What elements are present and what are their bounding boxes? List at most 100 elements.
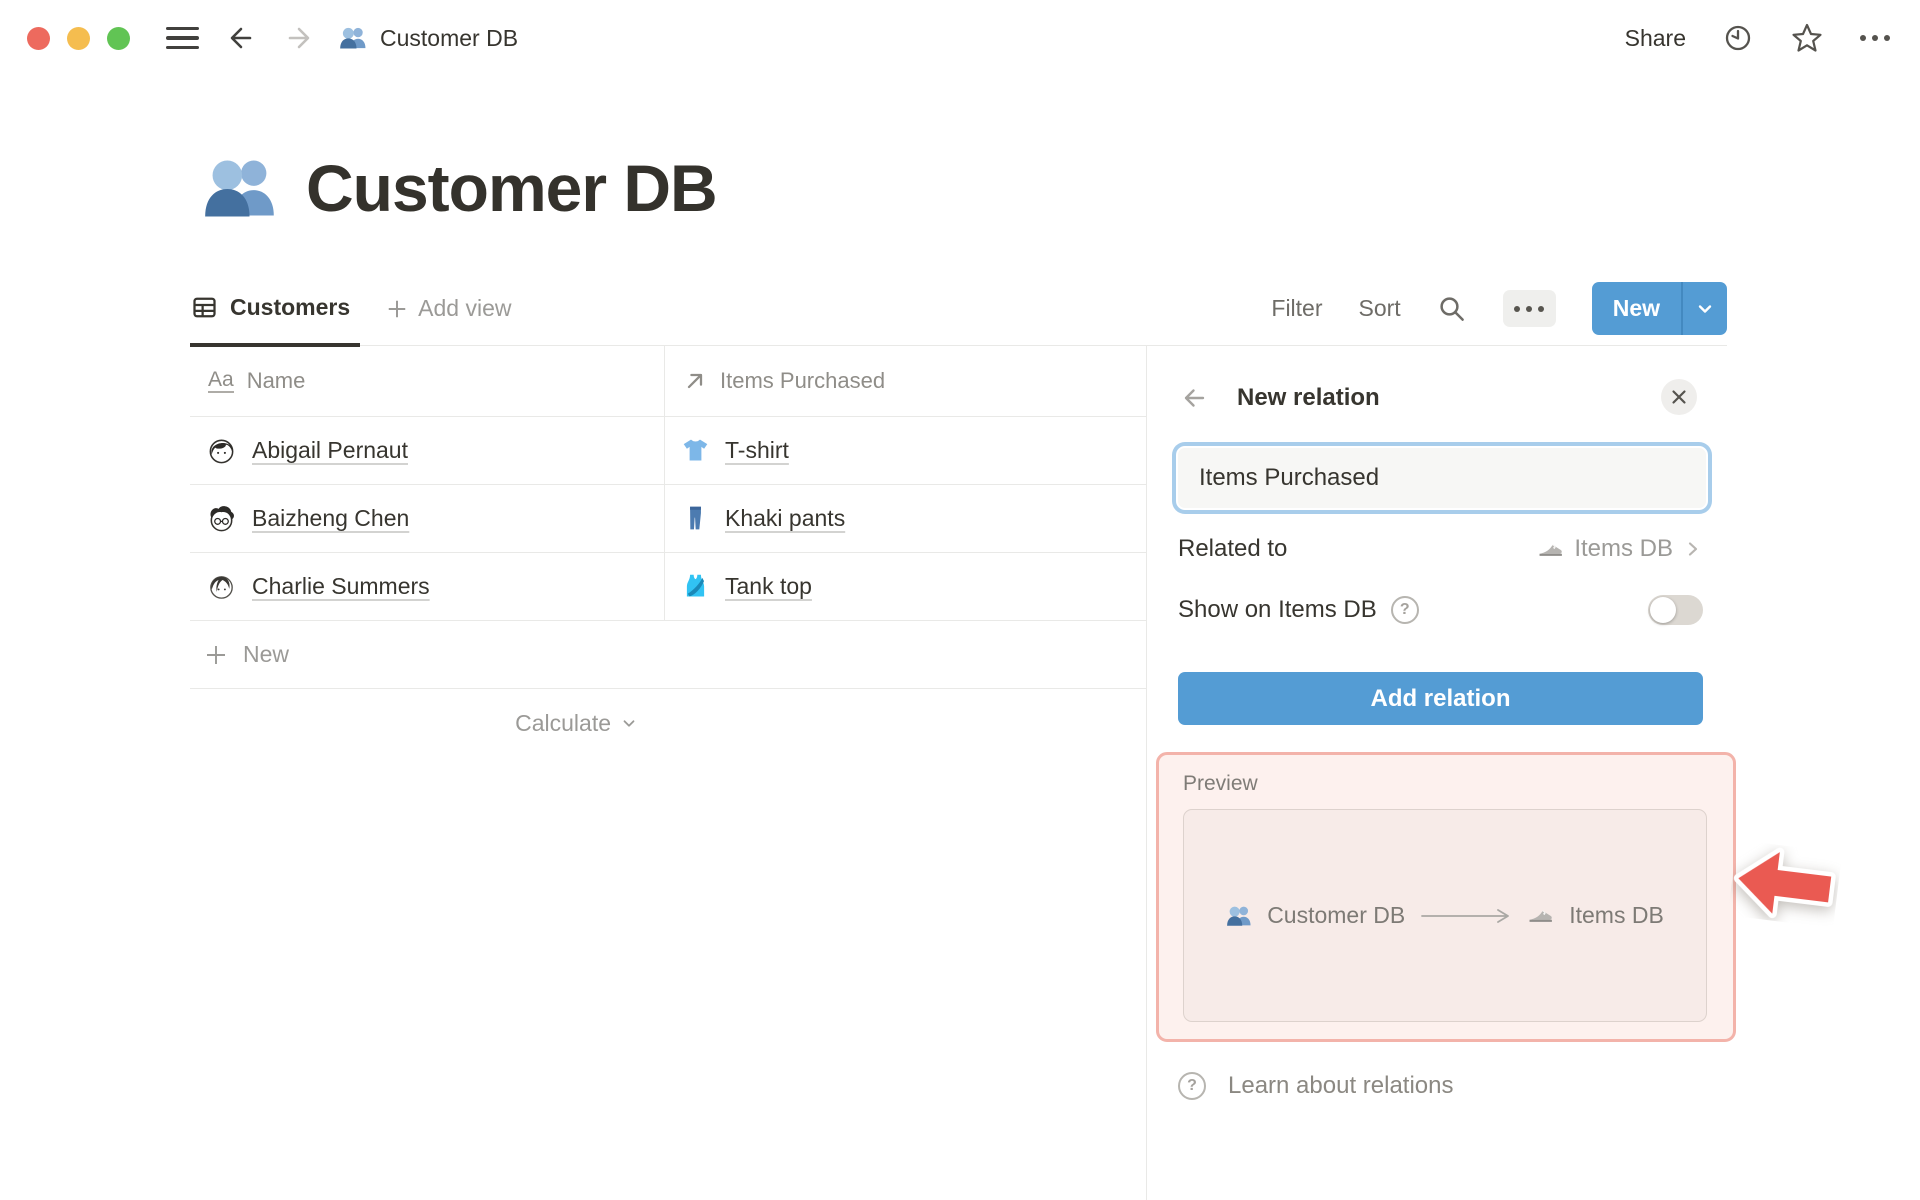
tab-customers[interactable]: Customers	[190, 272, 361, 347]
column-label: Items Purchased	[720, 368, 886, 393]
page-title[interactable]: Customer DB	[306, 150, 718, 226]
show-on-label: Show on Items DB	[1178, 596, 1377, 623]
notion-window: Customer DB Share Customer DB Customers …	[0, 0, 1920, 1200]
panel-header: New relation	[1178, 376, 1703, 420]
close-icon	[1672, 390, 1686, 404]
new-row-button[interactable]: New	[190, 621, 1146, 689]
page-link[interactable]: Abigail Pernaut	[252, 437, 408, 464]
show-on-row: Show on Items DB ?	[1178, 588, 1703, 632]
panel-title: New relation	[1237, 384, 1380, 411]
preview-source-label: Customer DB	[1267, 902, 1406, 928]
new-button-label[interactable]: New	[1592, 282, 1681, 335]
title-property-icon: Aa	[208, 368, 234, 394]
page-header: Customer DB	[202, 150, 718, 226]
add-view-button[interactable]: Add view	[386, 272, 511, 345]
relation-name-input[interactable]	[1176, 446, 1708, 510]
calculate-label: Calculate	[515, 709, 611, 736]
topbar-actions: Share	[1625, 21, 1890, 55]
name-cell[interactable]: Baizheng Chen	[190, 485, 664, 552]
learn-about-relations-link[interactable]: ? Learn about relations	[1178, 1072, 1703, 1100]
breadcrumb[interactable]: Customer DB	[339, 24, 518, 52]
back-button[interactable]	[225, 22, 257, 54]
name-cell[interactable]: Charlie Summers	[190, 553, 664, 620]
avatar-glasses-curly-icon	[210, 506, 234, 532]
back-arrow-icon[interactable]	[1178, 382, 1210, 414]
avatar-curly-doodle-icon	[210, 576, 233, 599]
page-link[interactable]: Charlie Summers	[252, 573, 430, 600]
related-to-label: Related to	[1178, 535, 1288, 562]
favorite-star-icon[interactable]	[1790, 21, 1824, 55]
filter-button[interactable]: Filter	[1271, 295, 1322, 322]
forward-button[interactable]	[283, 22, 315, 54]
help-icon: ?	[1178, 1072, 1206, 1100]
preview-label: Preview	[1183, 772, 1258, 795]
page-link[interactable]: Tank top	[725, 573, 812, 600]
view-toolbar: Customers Add view Filter Sort New	[190, 272, 1727, 347]
page-link[interactable]: Baizheng Chen	[252, 505, 409, 532]
table-row: Charlie Summers Tank top	[190, 553, 1146, 621]
avatar-woman-bob-icon	[209, 439, 234, 464]
window-topbar: Customer DB Share	[0, 0, 1920, 76]
share-button[interactable]: Share	[1625, 25, 1686, 52]
new-dropdown-button[interactable]	[1683, 282, 1727, 335]
updates-clock-icon[interactable]	[1722, 22, 1754, 54]
relation-cell[interactable]: Tank top	[664, 553, 1146, 620]
new-row-label: New	[243, 641, 290, 667]
preview-target-label: Items DB	[1569, 902, 1664, 928]
search-icon[interactable]	[1437, 294, 1467, 324]
close-window-button[interactable]	[27, 26, 50, 50]
plus-icon	[207, 645, 225, 664]
related-database-name: Items DB	[1574, 535, 1673, 562]
tanktop-emoji-icon	[686, 574, 705, 597]
relation-arrow-icon	[687, 373, 703, 389]
minimize-window-button[interactable]	[67, 26, 90, 50]
close-panel-button[interactable]	[1661, 379, 1697, 415]
column-header-items-purchased[interactable]: Items Purchased	[664, 346, 1146, 416]
toggle-knob	[1650, 597, 1676, 623]
plus-icon	[388, 300, 406, 317]
add-view-label: Add view	[418, 295, 512, 321]
show-on-toggle[interactable]	[1648, 595, 1703, 625]
zoom-window-button[interactable]	[107, 26, 130, 50]
table-row: Baizheng Chen Khaki pants	[190, 485, 1146, 553]
ellipsis-icon	[1514, 305, 1545, 312]
learn-label: Learn about relations	[1228, 1072, 1454, 1099]
arrow-left-icon	[230, 27, 252, 49]
sidebar-menu-icon[interactable]	[166, 26, 199, 50]
people-emoji-icon	[205, 160, 274, 217]
name-cell[interactable]: Abigail Pernaut	[190, 417, 664, 484]
sort-button[interactable]: Sort	[1359, 295, 1401, 322]
new-record-button[interactable]: New	[1591, 282, 1727, 335]
annotation-arrow-icon	[1728, 840, 1842, 928]
people-emoji-icon	[340, 27, 366, 49]
toolbar-controls: Filter Sort New	[1271, 272, 1727, 345]
more-options-icon[interactable]	[1860, 35, 1890, 41]
arrow-right-icon	[288, 27, 310, 49]
column-label: Name	[246, 368, 306, 393]
related-database-selector[interactable]: Items DB	[1537, 535, 1703, 563]
sneaker-emoji-icon	[1539, 543, 1563, 556]
new-relation-panel: New relation Related to Items DB	[1146, 346, 1920, 1200]
relation-preview-box: Preview Customer DB Items DB	[1156, 752, 1736, 1042]
table-view-icon	[193, 297, 216, 318]
page-link[interactable]: T-shirt	[725, 437, 789, 464]
calculate-button[interactable]: Calculate	[190, 689, 664, 757]
view-options-button[interactable]	[1502, 290, 1556, 327]
jeans-emoji-icon	[690, 506, 701, 530]
breadcrumb-title: Customer DB	[380, 24, 519, 51]
related-to-row[interactable]: Related to Items DB	[1178, 527, 1703, 571]
help-icon[interactable]: ?	[1390, 596, 1419, 624]
column-header-name[interactable]: Aa Name	[190, 346, 664, 416]
tab-label: Customers	[230, 294, 351, 320]
customers-table: Aa Name Items Purchased Abigail Pernaut	[190, 346, 1146, 757]
window-controls	[27, 26, 130, 50]
page-link[interactable]: Khaki pants	[725, 505, 845, 532]
relation-cell[interactable]: Khaki pants	[664, 485, 1146, 552]
relation-cell[interactable]: T-shirt	[664, 417, 1146, 484]
chevron-right-icon	[1688, 542, 1698, 556]
chevron-down-icon	[623, 720, 635, 727]
chevron-down-icon	[1698, 304, 1712, 313]
people-emoji-icon	[1227, 906, 1251, 926]
sneaker-emoji-icon	[1529, 910, 1553, 922]
add-relation-button[interactable]: Add relation	[1178, 672, 1703, 725]
